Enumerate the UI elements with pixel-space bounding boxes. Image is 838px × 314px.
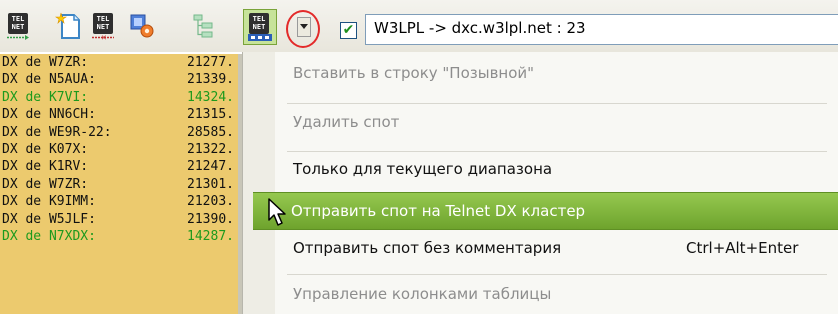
telnet-icon: TEL NET [8,13,28,34]
spot-frequency: 21247. [187,159,234,175]
menu-item-label: Отправить спот на Telnet DX кластер [291,202,586,220]
tree-view-button[interactable] [190,11,218,41]
spot-row[interactable]: DX de N7XDX: 14287. [0,228,238,245]
new-document-button[interactable] [54,11,82,41]
spot-row[interactable]: DX de W7ZR: 21277. [0,54,238,71]
server-select[interactable]: W3LPL -> dxc.w3lpl.net : 23 [365,14,838,45]
spot-frequency: 21315. [187,107,234,123]
spot-callsign: DX de N7XDX: [2,228,96,244]
disconnect-icon: ✕ [92,35,114,40]
menu-item-paste-callsign: Вставить в строку "Позывной" [293,64,535,82]
spot-callsign: DX de K7VI: [2,89,89,105]
spot-frequency: 21339. [187,72,234,88]
spot-row[interactable]: DX de WE9R-22: 28585. [0,124,238,141]
telnet-icon: TEL NET [249,13,269,34]
spot-row[interactable]: DX de K7VI: 14324. [0,89,238,106]
spot-callsign: DX de N5AUA: [2,72,96,88]
toolbar: TEL NET TEL NET ✕ TEL NET ✔ W3LPL -> dxc… [0,0,838,52]
menu-item-send-spot-telnet[interactable]: Отправить спот на Telnet DX кластер [253,192,838,230]
spot-row[interactable]: DX de W5JLF: 21390. [0,211,238,228]
telnet-connect-button[interactable]: TEL NET [5,11,33,41]
settings-button[interactable] [128,11,156,41]
menu-divider [287,103,827,104]
spot-frequency: 14287. [187,228,234,244]
spot-row[interactable]: DX de K1RV: 21247. [0,158,238,175]
spot-frequency: 28585. [187,124,234,140]
new-document-icon [55,12,80,39]
menu-divider [287,151,827,152]
telnet-icon: TEL NET [93,13,113,34]
spot-row[interactable]: DX de K07X: 21322. [0,141,238,158]
spot-callsign: DX de K9IMM: [2,194,96,210]
spot-frequency: 21301. [187,176,234,192]
spot-row[interactable]: DX de W7ZR: 21301. [0,176,238,193]
spot-callsign: DX de K1RV: [2,159,89,175]
enable-checkbox[interactable]: ✔ [340,22,357,39]
spot-callsign: DX de W5JLF: [2,211,96,227]
spot-row[interactable]: DX de N5AUA: 21339. [0,71,238,88]
spot-callsign: DX de WE9R-22: [2,124,112,140]
spot-callsign: DX de W7ZR: [2,176,89,192]
spots-list: DX de W7ZR: 21277. DX de N5AUA: 21339. DX de… [0,54,238,314]
mouse-cursor-icon [268,198,286,226]
spot-frequency: 21203. [187,194,234,210]
menu-item-send-spot-no-comment[interactable]: Отправить спот без комментария [293,239,561,257]
menu-gutter [243,52,275,314]
tree-view-icon [193,14,213,38]
arrow-right-icon [7,35,29,40]
spot-callsign: DX de NN6CH: [2,107,96,123]
spot-frequency: 21390. [187,211,234,227]
menu-item-manage-columns: Управление колонками таблицы [293,285,552,303]
context-menu: Вставить в строку "Позывной" Удалить спо… [242,52,838,314]
spot-frequency: 14324. [187,89,234,105]
spot-callsign: DX de K07X: [2,141,89,157]
spot-frequency: 21322. [187,141,234,157]
menu-divider [287,274,827,275]
spot-callsign: DX de W7ZR: [2,55,89,70]
server-value: W3LPL -> dxc.w3lpl.net : 23 [374,19,586,37]
menu-item-current-band-only[interactable]: Только для текущего диапазона [293,160,552,178]
settings-tool-icon [130,14,154,38]
spot-row[interactable]: DX de K9IMM: 21203. [0,193,238,210]
shortcut-label: Ctrl+Alt+Enter [686,239,799,257]
telnet-active-button[interactable]: TEL NET [243,9,277,45]
svg-text:✕: ✕ [101,35,107,40]
spot-frequency: 21277. [187,55,234,70]
telnet-disconnect-button[interactable]: TEL NET ✕ [90,11,118,41]
highlight-circle [286,10,320,48]
cluster-icon [248,34,272,41]
menu-item-delete-spot: Удалить спот [293,113,400,131]
spot-row[interactable]: DX de NN6CH: 21315. [0,106,238,123]
